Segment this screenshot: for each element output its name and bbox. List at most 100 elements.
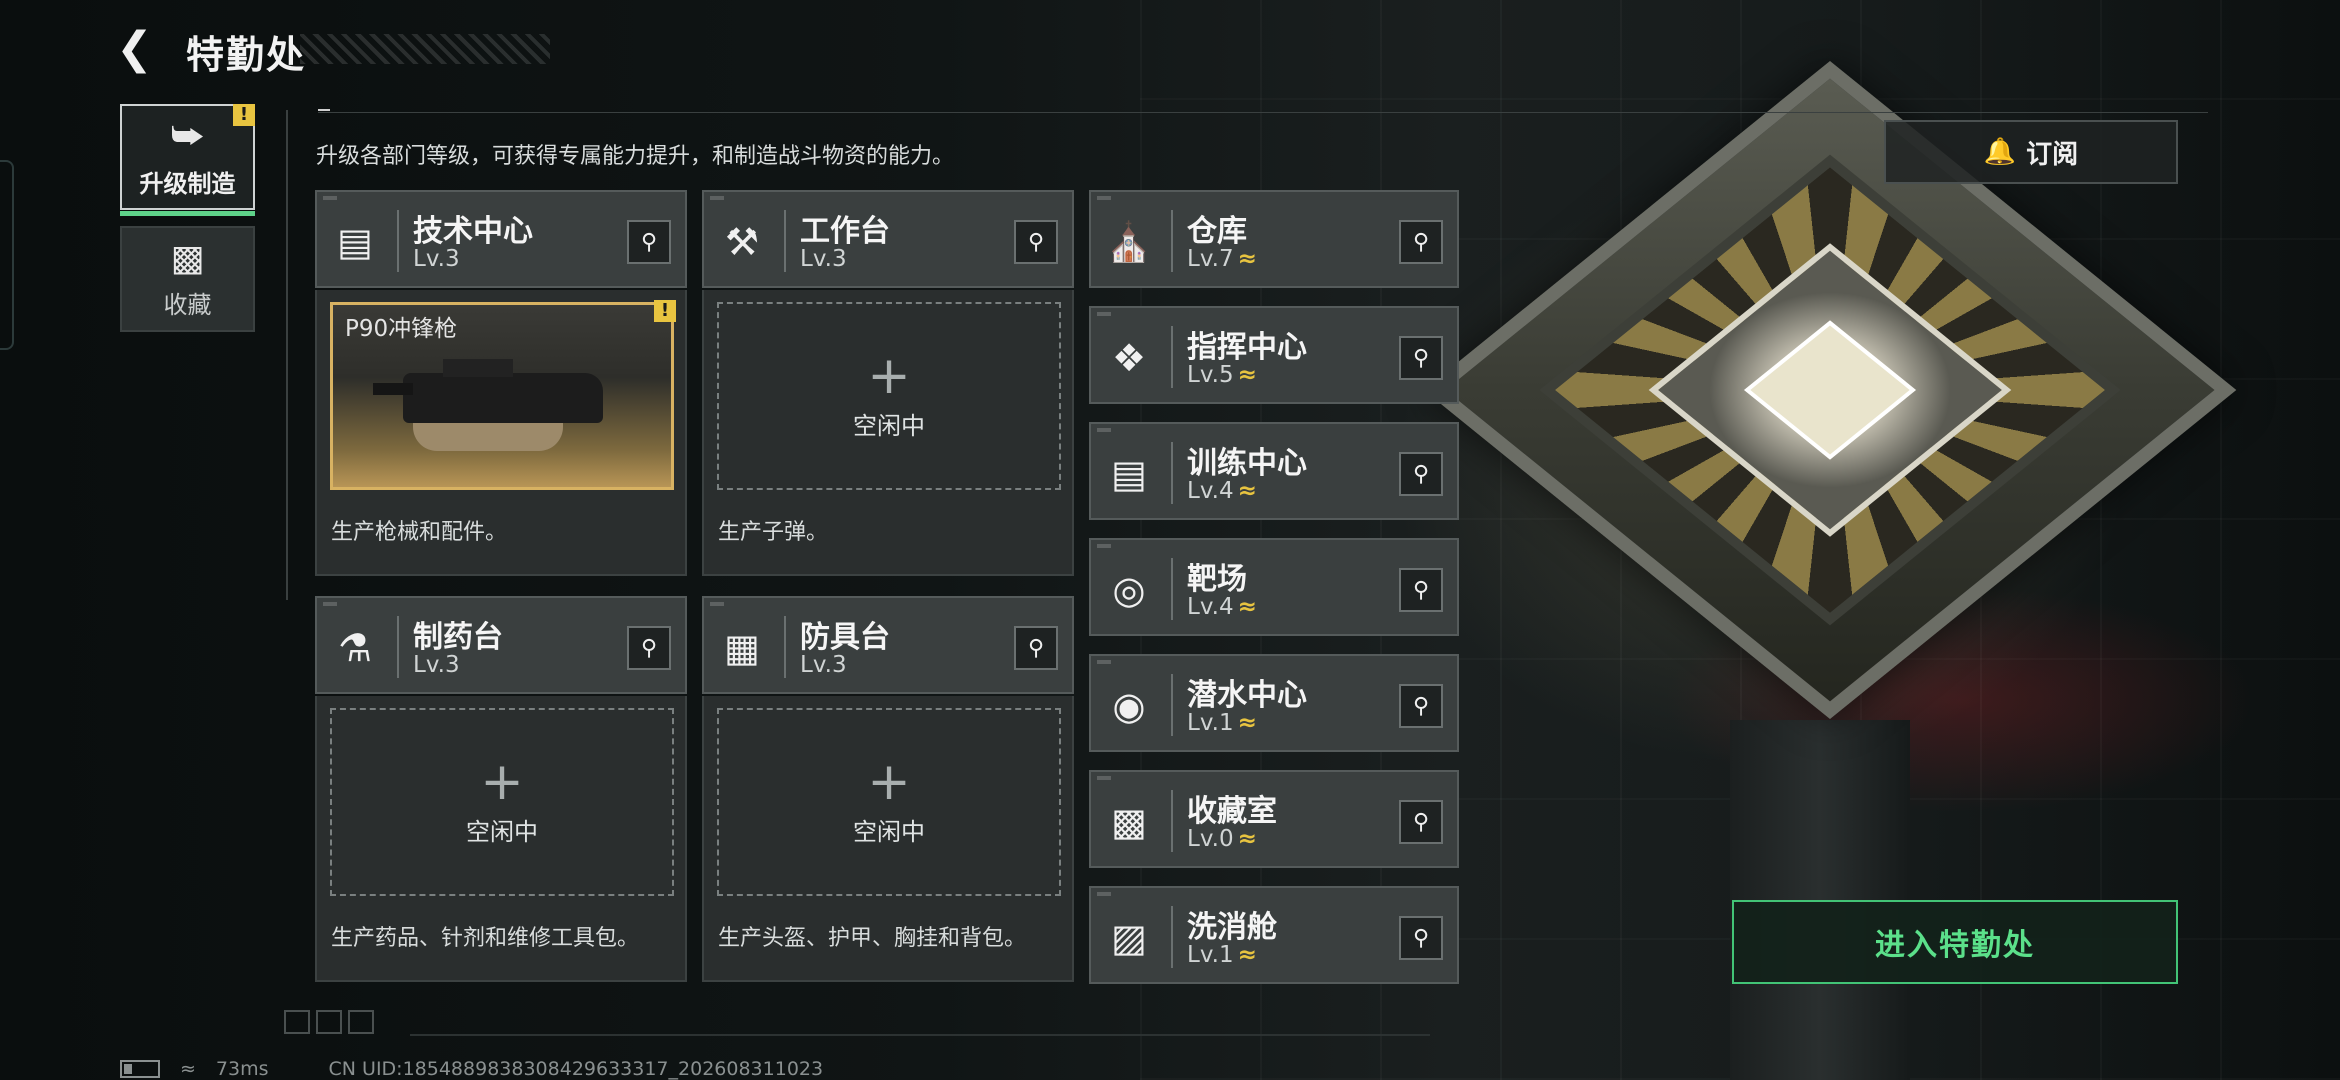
- dumbbell-icon: ▤: [1111, 452, 1147, 496]
- dept-warehouse[interactable]: ⛪ 仓库 Lv.7 ≈ ⚲: [1089, 190, 1459, 288]
- upgrade-arrow-icon: ≈: [1237, 942, 1257, 968]
- tab-collection[interactable]: ▩ 收藏: [120, 226, 255, 332]
- production-slot-workbench: + 空闲中 生产子弹。: [702, 290, 1074, 576]
- command-icon: ❖: [1111, 336, 1147, 380]
- dept-shooting-range[interactable]: ◎ 靶场 Lv.4 ≈ ⚲: [1089, 538, 1459, 636]
- dept-level: Lv.4 ≈: [1187, 594, 1257, 620]
- dept-name: 指挥中心: [1187, 330, 1307, 365]
- dept-name: 洗消舱: [1187, 910, 1277, 945]
- bell-icon: 🔔: [1983, 137, 2017, 167]
- search-icon[interactable]: ⚲: [1399, 336, 1443, 380]
- search-icon[interactable]: ⚲: [627, 220, 671, 264]
- dept-name: 收藏室: [1187, 794, 1277, 829]
- battery-icon: [120, 1060, 160, 1078]
- dept-level: Lv.3: [800, 652, 847, 678]
- divider: [286, 110, 288, 600]
- search-icon[interactable]: ⚲: [1399, 684, 1443, 728]
- dept-armor[interactable]: ▦ 防具台 Lv.3 ⚲: [702, 596, 1074, 694]
- dept-command-center[interactable]: ❖ 指挥中心 Lv.5 ≈ ⚲: [1089, 306, 1459, 404]
- collection-icon: ▩: [170, 238, 205, 279]
- subscribe-button[interactable]: 🔔 订阅: [1884, 120, 2178, 184]
- idle-label: 空闲中: [853, 411, 925, 440]
- upgrade-arrow-icon: ≈: [1237, 362, 1257, 388]
- search-icon[interactable]: ⚲: [627, 626, 671, 670]
- dept-level: Lv.0 ≈: [1187, 826, 1257, 852]
- decontamination-icon: ▨: [1111, 916, 1147, 960]
- enter-special-ops-button[interactable]: 进入特勤处: [1732, 900, 2178, 984]
- warning-badge: !: [233, 104, 255, 126]
- back-icon[interactable]: ❮: [116, 26, 162, 72]
- blocks-icon: ▦: [724, 626, 760, 670]
- search-icon[interactable]: ⚲: [1014, 626, 1058, 670]
- upgrade-arrow-icon: ≈: [1237, 594, 1257, 620]
- dept-level: Lv.3: [413, 652, 460, 678]
- plus-icon: +: [867, 345, 911, 406]
- upgrade-arrow-icon: ≈: [1237, 826, 1257, 852]
- dept-training-center[interactable]: ▤ 训练中心 Lv.4 ≈ ⚲: [1089, 422, 1459, 520]
- tools-icon: ⚒: [724, 220, 760, 264]
- diving-mask-icon: ◉: [1112, 684, 1146, 728]
- production-description: 生产头盔、护甲、胸挂和背包。: [718, 926, 1027, 951]
- empty-slot[interactable]: + 空闲中: [330, 708, 674, 896]
- dept-name: 制药台: [413, 620, 503, 655]
- monitor-icon: ▤: [337, 220, 373, 264]
- tab-label: 升级制造: [139, 169, 236, 198]
- dept-name: 工作台: [800, 214, 890, 249]
- page-description: 升级各部门等级，可获得专属能力提升，和制造战斗物资的能力。: [316, 144, 955, 169]
- search-icon[interactable]: ⚲: [1014, 220, 1058, 264]
- divider: [410, 1034, 1430, 1036]
- search-icon[interactable]: ⚲: [1399, 800, 1443, 844]
- dept-name: 技术中心: [413, 214, 533, 249]
- divider-mark: [318, 109, 330, 111]
- item-p90[interactable]: P90冲锋枪: [330, 302, 674, 490]
- microscope-icon: ⚗: [337, 626, 373, 670]
- dept-workbench[interactable]: ⚒ 工作台 Lv.3 ⚲: [702, 190, 1074, 288]
- production-slot-tech: P90冲锋枪 ! 生产枪械和配件。: [315, 290, 687, 576]
- production-slot-pharmacy: + 空闲中 生产药品、针剂和维修工具包。: [315, 696, 687, 982]
- dept-level: Lv.1 ≈: [1187, 710, 1257, 736]
- upgrade-arrow-icon: ≈: [1237, 246, 1257, 272]
- dept-level: Lv.5 ≈: [1187, 362, 1257, 388]
- production-description: 生产枪械和配件。: [331, 520, 508, 545]
- target-icon: ◎: [1112, 568, 1146, 612]
- search-icon[interactable]: ⚲: [1399, 220, 1443, 264]
- tab-upgrade-manufacture[interactable]: ⮩ 升级制造 !: [120, 104, 255, 216]
- production-description: 生产子弹。: [718, 520, 829, 545]
- warning-badge: !: [654, 300, 676, 322]
- tab-label: 收藏: [163, 291, 212, 319]
- dept-name: 潜水中心: [1187, 678, 1307, 713]
- empty-slot[interactable]: + 空闲中: [717, 708, 1061, 896]
- dept-level: Lv.3: [413, 246, 460, 272]
- dept-diving-center[interactable]: ◉ 潜水中心 Lv.1 ≈ ⚲: [1089, 654, 1459, 752]
- empty-slot[interactable]: + 空闲中: [717, 302, 1061, 490]
- title-decoration: [300, 34, 550, 64]
- search-icon[interactable]: ⚲: [1399, 452, 1443, 496]
- page-title: 特勤处: [186, 33, 307, 77]
- dept-pharmacy[interactable]: ⚗ 制药台 Lv.3 ⚲: [315, 596, 687, 694]
- warehouse-icon: ⛪: [1105, 219, 1153, 264]
- divider: [318, 112, 2208, 113]
- dept-collection-room[interactable]: ▩ 收藏室 Lv.0 ≈ ⚲: [1089, 770, 1459, 868]
- plus-icon: +: [867, 751, 911, 812]
- subscribe-label: 订阅: [2026, 139, 2079, 170]
- bottom-decoration: [284, 1010, 374, 1034]
- search-icon[interactable]: ⚲: [1399, 568, 1443, 612]
- plus-icon: +: [480, 751, 524, 812]
- dept-name: 防具台: [800, 620, 890, 655]
- dept-level: Lv.1 ≈: [1187, 942, 1257, 968]
- item-name: P90冲锋枪: [345, 316, 458, 342]
- dept-level: Lv.3: [800, 246, 847, 272]
- upgrade-icon: ⮩: [170, 115, 205, 157]
- dept-name: 训练中心: [1187, 446, 1307, 481]
- uid-text: CN UID:1854889838308429633317_2026083110…: [328, 1058, 824, 1080]
- status-bar: ≈ 73ms CN UID:1854889838308429633317_202…: [120, 1058, 823, 1080]
- dept-level: Lv.4 ≈: [1187, 478, 1257, 504]
- idle-label: 空闲中: [853, 817, 925, 846]
- p90-image: [373, 353, 623, 463]
- search-icon[interactable]: ⚲: [1399, 916, 1443, 960]
- production-slot-armor: + 空闲中 生产头盔、护甲、胸挂和背包。: [702, 696, 1074, 982]
- dept-decontamination[interactable]: ▨ 洗消舱 Lv.1 ≈ ⚲: [1089, 886, 1459, 984]
- dept-tech-center[interactable]: ▤ 技术中心 Lv.3 ⚲: [315, 190, 687, 288]
- edge-handle: [0, 160, 14, 350]
- dept-name: 仓库: [1187, 214, 1247, 249]
